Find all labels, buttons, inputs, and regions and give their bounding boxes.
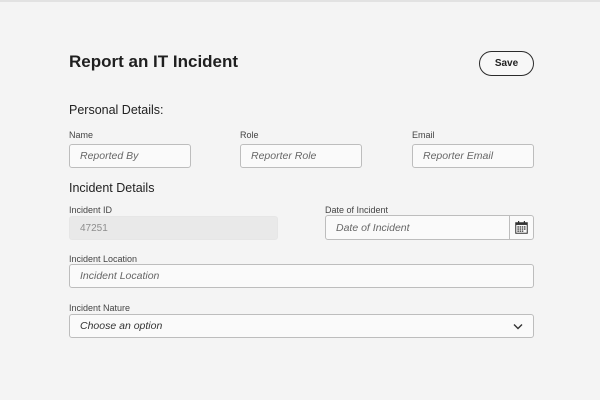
calendar-icon	[515, 221, 528, 234]
name-field[interactable]	[69, 144, 191, 168]
incident-details-heading: Incident Details	[69, 181, 155, 195]
date-picker	[325, 215, 534, 240]
incident-location-label: Incident Location	[69, 254, 138, 264]
incident-location-field[interactable]	[69, 264, 534, 288]
page-title: Report an IT Incident	[69, 52, 239, 71]
incident-nature-select[interactable]: Choose an option	[69, 314, 534, 338]
incident-nature-selected: Choose an option	[80, 320, 163, 332]
top-divider	[0, 0, 600, 2]
chevron-down-icon	[513, 323, 523, 329]
save-button[interactable]: Save	[479, 51, 534, 76]
date-of-incident-field[interactable]	[325, 215, 510, 240]
incident-nature-label: Incident Nature	[69, 303, 131, 313]
calendar-button[interactable]	[509, 215, 534, 240]
date-of-incident-label: Date of Incident	[325, 205, 389, 215]
incident-id-field: 47251	[69, 216, 278, 240]
personal-details-heading: Personal Details:	[69, 103, 164, 117]
name-label: Name	[69, 130, 94, 140]
role-label: Role	[240, 130, 259, 140]
role-field[interactable]	[240, 144, 362, 168]
incident-id-label: Incident ID	[69, 205, 113, 215]
email-label: Email	[412, 130, 435, 140]
email-field[interactable]	[412, 144, 534, 168]
